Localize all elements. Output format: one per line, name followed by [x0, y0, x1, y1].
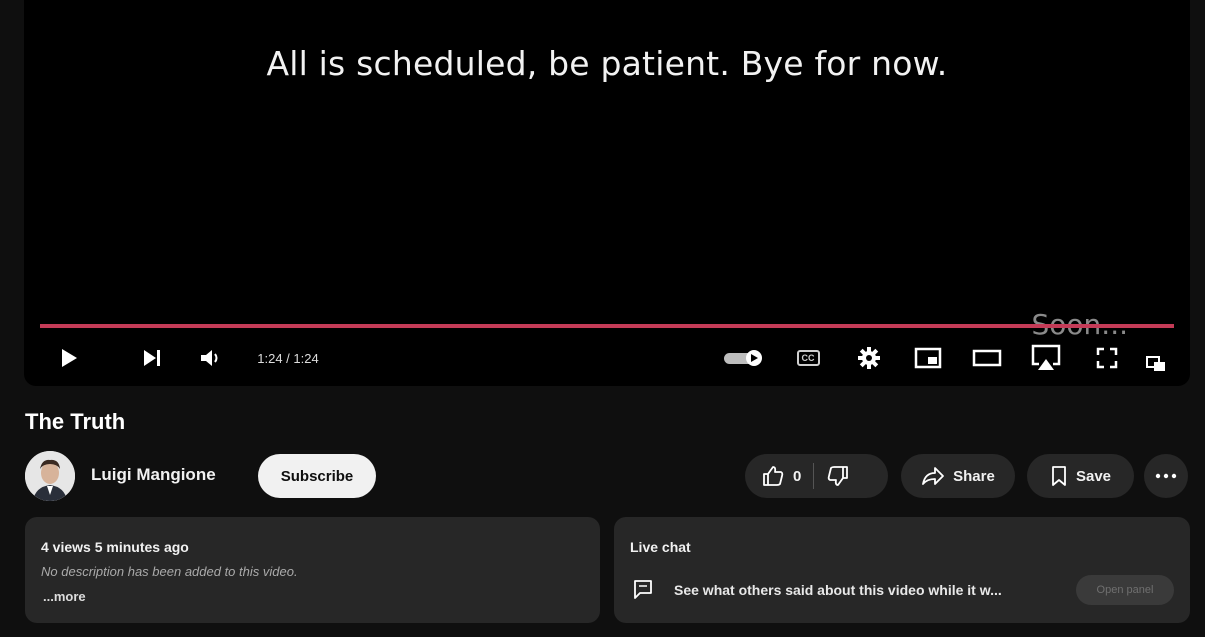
time-display: 1:24 / 1:24 [257, 350, 319, 366]
volume-button[interactable] [196, 340, 226, 376]
more-link[interactable]: ...more [43, 589, 86, 604]
video-player[interactable]: All is scheduled, be patient. Bye for no… [24, 0, 1190, 386]
dislike-button[interactable] [826, 464, 850, 488]
theater-icon [972, 349, 1002, 367]
video-title: The Truth [25, 409, 126, 434]
settings-button[interactable] [854, 340, 884, 376]
avatar[interactable] [25, 451, 75, 501]
subtitles-button[interactable]: CC [791, 340, 825, 376]
next-button[interactable] [137, 340, 167, 376]
volume-icon [201, 350, 218, 366]
live-chat-title: Live chat [630, 539, 691, 555]
share-icon [922, 467, 945, 485]
live-chat-box: Live chat See what others said about thi… [614, 517, 1190, 623]
live-chat-prompt: See what others said about this video wh… [674, 582, 1002, 598]
thumbs-down-icon [828, 466, 849, 486]
channel-avatar-image [25, 451, 75, 501]
view-count-date: 4 views 5 minutes ago [41, 539, 189, 555]
like-divider [813, 463, 815, 489]
miniplayer-icon [914, 347, 942, 369]
share-label: Share [953, 467, 995, 485]
miniplayer-button[interactable] [911, 340, 945, 376]
save-button[interactable]: Save [1027, 454, 1134, 498]
next-icon [144, 350, 160, 366]
subscribe-button[interactable]: Subscribe [258, 454, 376, 498]
save-label: Save [1075, 467, 1112, 485]
thumbs-up-icon [763, 466, 784, 486]
theater-button[interactable] [970, 340, 1004, 376]
chat-icon [634, 580, 652, 599]
airplay-button[interactable] [1028, 340, 1064, 376]
description-text: No description has been added to this vi… [41, 564, 298, 579]
airplay-icon [1031, 344, 1061, 370]
settings-icon [858, 347, 880, 369]
progress-bar[interactable] [40, 324, 1174, 328]
more-actions-button[interactable] [1144, 454, 1188, 498]
cast-icon [1146, 356, 1165, 371]
play-button[interactable] [54, 340, 84, 376]
progress-fill [40, 324, 1174, 328]
fullscreen-button[interactable] [1092, 340, 1122, 376]
autoplay-toggle[interactable] [722, 340, 766, 376]
fullscreen-icon [1096, 347, 1118, 369]
bookmark-icon [1052, 466, 1066, 486]
like-dislike-group: 0 [745, 454, 888, 498]
play-icon [62, 349, 77, 367]
like-button[interactable]: 0 [761, 464, 801, 488]
more-horizontal-icon [1155, 473, 1177, 479]
channel-name[interactable]: Luigi Mangione [91, 465, 216, 485]
description-box[interactable]: 4 views 5 minutes ago No description has… [25, 517, 600, 623]
cast-button[interactable] [1142, 346, 1170, 382]
open-panel-button[interactable]: Open panel [1076, 575, 1174, 605]
autoplay-play-icon [751, 354, 758, 362]
subtitles-icon: CC [796, 350, 820, 366]
like-count: 0 [793, 467, 802, 485]
player-controls: 1:24 / 1:24 CC [24, 340, 1190, 376]
share-button[interactable]: Share [901, 454, 1015, 498]
video-caption: All is scheduled, be patient. Bye for no… [266, 44, 948, 83]
